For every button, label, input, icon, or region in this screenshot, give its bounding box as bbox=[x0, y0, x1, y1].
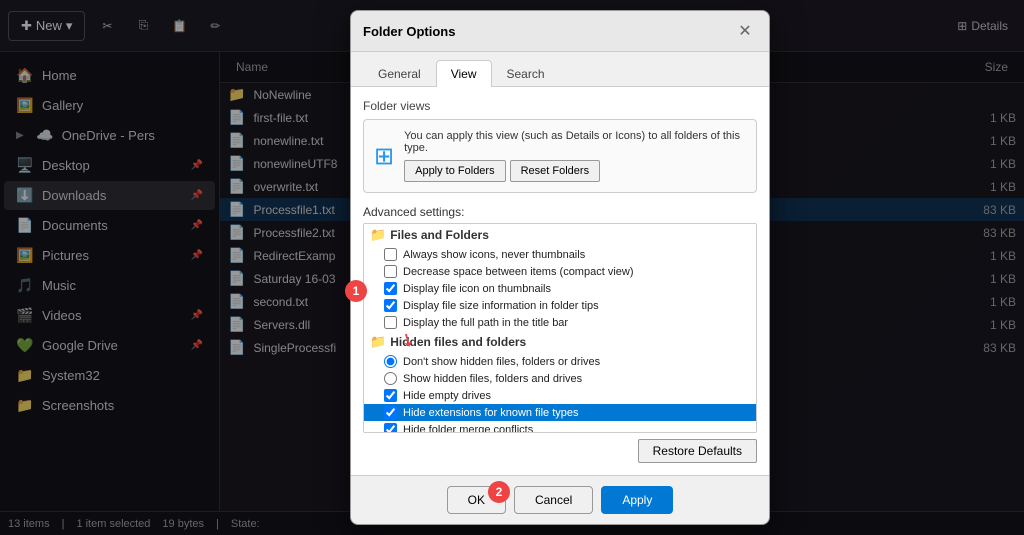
adv-item-label: Hide extensions for known file types bbox=[403, 407, 578, 419]
adv-item-label: Display file size information in folder … bbox=[403, 300, 599, 312]
adv-item-hide-empty-drives[interactable]: Hide empty drives bbox=[364, 387, 756, 404]
checkbox-hide-empty-drives[interactable] bbox=[384, 389, 397, 402]
checkbox-hide-extensions[interactable] bbox=[384, 406, 397, 419]
folder-views-buttons: Apply to Folders Reset Folders bbox=[404, 160, 746, 182]
checkbox-compact[interactable] bbox=[384, 265, 397, 278]
adv-item-label: Hide folder merge conflicts bbox=[403, 424, 533, 434]
folder-views-content: You can apply this view (such as Details… bbox=[404, 130, 746, 182]
reset-folders-button[interactable]: Reset Folders bbox=[510, 160, 600, 182]
dialog-close-button[interactable]: ✕ bbox=[733, 19, 757, 43]
folder-views-description: You can apply this view (such as Details… bbox=[404, 130, 746, 154]
advanced-label: Advanced settings: bbox=[363, 205, 757, 219]
adv-item-label: Always show icons, never thumbnails bbox=[403, 249, 585, 261]
folder-group-icon: 📁 bbox=[370, 334, 386, 350]
adv-item-full-path[interactable]: Display the full path in the title bar bbox=[364, 314, 756, 331]
checkbox-file-size-info[interactable] bbox=[384, 299, 397, 312]
folder-views-box: ⊞ You can apply this view (such as Detai… bbox=[363, 119, 757, 193]
checkbox-file-icon-thumbnails[interactable] bbox=[384, 282, 397, 295]
apply-to-folders-button[interactable]: Apply to Folders bbox=[404, 160, 505, 182]
group-files-folders: 📁 Files and Folders bbox=[364, 224, 756, 246]
group-label: Files and Folders bbox=[390, 228, 489, 242]
tab-general[interactable]: General bbox=[363, 60, 436, 87]
adv-item-label: Don't show hidden files, folders or driv… bbox=[403, 356, 600, 368]
folder-options-dialog: Folder Options ✕ General View Search Fol… bbox=[350, 10, 770, 525]
group-label: Hidden files and folders bbox=[390, 335, 526, 349]
ok-button[interactable]: OK bbox=[447, 486, 506, 514]
adv-item-label: Decrease space between items (compact vi… bbox=[403, 266, 633, 278]
apply-button[interactable]: Apply bbox=[601, 486, 673, 514]
group-hidden-files: 📁 Hidden files and folders bbox=[364, 331, 756, 353]
restore-defaults-button[interactable]: Restore Defaults bbox=[638, 439, 757, 463]
folder-group-icon: 📁 bbox=[370, 227, 386, 243]
cancel-button[interactable]: Cancel bbox=[514, 486, 593, 514]
dialog-title: Folder Options bbox=[363, 24, 455, 39]
folder-view-icon: ⊞ bbox=[374, 142, 394, 171]
checkbox-always-icons[interactable] bbox=[384, 248, 397, 261]
folder-views-section: Folder views ⊞ You can apply this view (… bbox=[363, 99, 757, 193]
adv-item-always-icons[interactable]: Always show icons, never thumbnails bbox=[364, 246, 756, 263]
dialog-titlebar: Folder Options ✕ bbox=[351, 11, 769, 52]
advanced-settings-list[interactable]: 📁 Files and Folders Always show icons, n… bbox=[363, 223, 757, 433]
checkbox-full-path[interactable] bbox=[384, 316, 397, 329]
adv-item-dont-show-hidden[interactable]: Don't show hidden files, folders or driv… bbox=[364, 353, 756, 370]
dialog-tabs: General View Search bbox=[351, 52, 769, 87]
restore-btn-row: Restore Defaults bbox=[363, 439, 757, 463]
adv-item-label: Display file icon on thumbnails bbox=[403, 283, 551, 295]
adv-item-label: Display the full path in the title bar bbox=[403, 317, 568, 329]
tab-view[interactable]: View bbox=[436, 60, 492, 87]
radio-dont-show[interactable] bbox=[384, 355, 397, 368]
radio-show-hidden[interactable] bbox=[384, 372, 397, 385]
checkbox-hide-merge[interactable] bbox=[384, 423, 397, 433]
adv-item-hide-merge[interactable]: Hide folder merge conflicts bbox=[364, 421, 756, 433]
adv-item-compact[interactable]: Decrease space between items (compact vi… bbox=[364, 263, 756, 280]
adv-item-label: Hide empty drives bbox=[403, 390, 491, 402]
adv-item-label: Show hidden files, folders and drives bbox=[403, 373, 582, 385]
adv-item-show-hidden[interactable]: Show hidden files, folders and drives bbox=[364, 370, 756, 387]
dialog-body: Folder views ⊞ You can apply this view (… bbox=[351, 87, 769, 475]
tab-search[interactable]: Search bbox=[492, 60, 560, 87]
dialog-footer: OK Cancel Apply bbox=[351, 475, 769, 524]
adv-item-file-size-info[interactable]: Display file size information in folder … bbox=[364, 297, 756, 314]
adv-item-file-icon-thumbnails[interactable]: Display file icon on thumbnails bbox=[364, 280, 756, 297]
section-label: Folder views bbox=[363, 99, 757, 113]
adv-item-hide-extensions[interactable]: Hide extensions for known file types bbox=[364, 404, 756, 421]
